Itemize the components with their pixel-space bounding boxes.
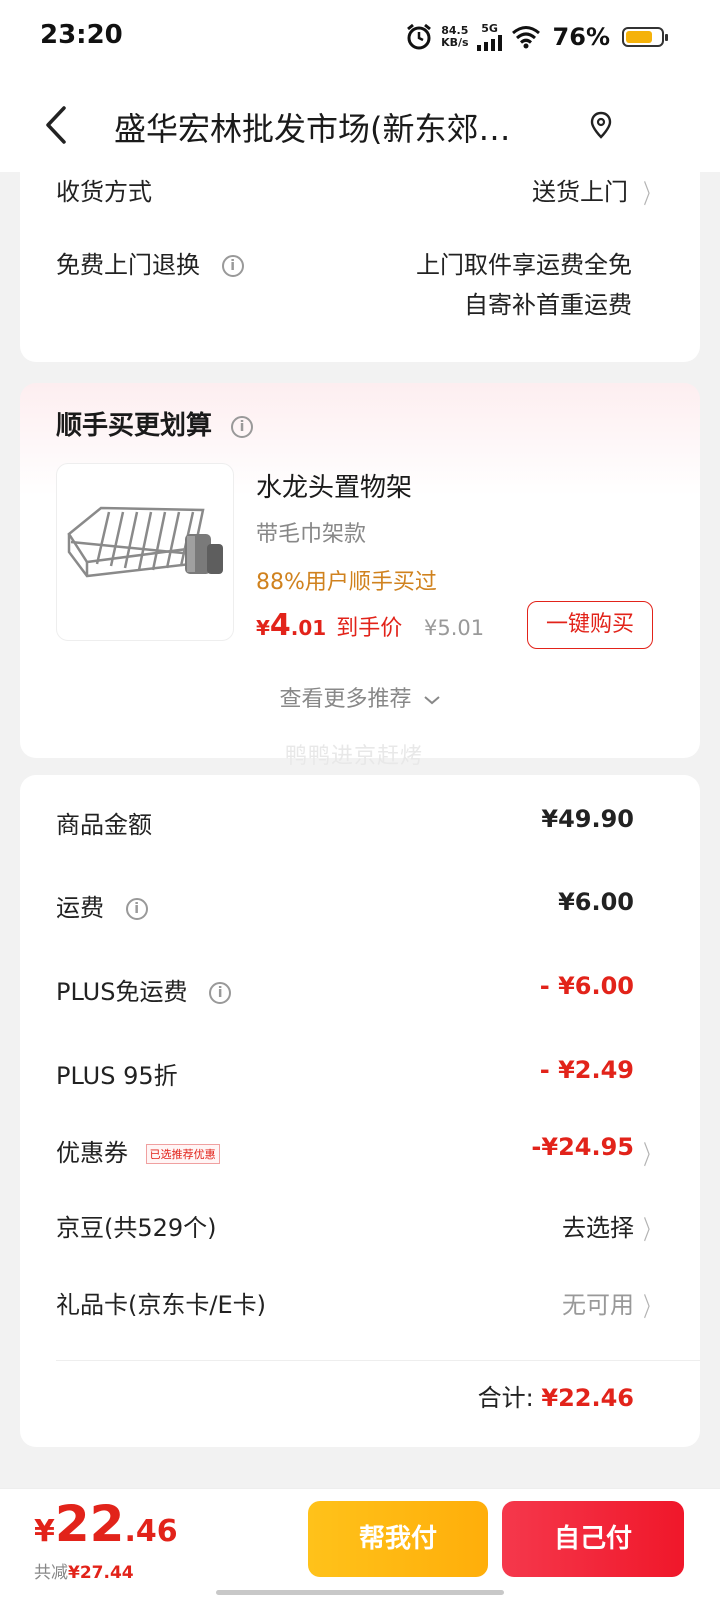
price-currency: ¥ [256,616,270,640]
reco-heading: 顺手买更划算 i [56,405,254,442]
status-time: 23:20 [40,20,123,50]
one-click-buy-button[interactable]: 一键购买 [527,601,653,649]
battery-fill [626,30,652,43]
original-price: ¥5.01 [424,616,485,640]
net-speed-unit: KB/s [441,35,469,49]
delivery-method-label: 收货方式 [56,178,152,206]
plus-discount-value: - ¥2.49 [539,1056,634,1084]
battery-percent: 76% [552,22,610,51]
jd-beans-value: 去选择 [562,1214,634,1242]
delivery-method-row[interactable]: 收货方式 送货上门 〉 [56,172,664,212]
plus-free-freight-label: PLUS免运费 i [56,972,232,1007]
goods-amount-value: ¥49.90 [541,805,634,833]
signal-label: 5G [481,22,498,35]
recommendation-card: 顺手买更划算 i 水龙头置物架 带毛巾架款 88%用户顺手买过 ¥4.01 到手价… [20,383,700,758]
network-speed: 84.5 KB/s [441,23,469,49]
alarm-icon [407,23,431,49]
free-return-line2: 自寄补首重运费 [464,291,632,319]
home-indicator[interactable] [216,1590,504,1595]
info-icon[interactable]: i [209,982,232,1004]
saved-label: 共减 [34,1563,68,1583]
chevron-right-icon: 〉 [643,1141,659,1171]
plus-free-freight-text: PLUS免运费 [56,978,188,1006]
chevron-right-icon: 〉 [643,1293,659,1323]
summary-divider [56,1360,700,1361]
plus-free-freight-value: - ¥6.00 [539,972,634,1000]
coupon-badge: 已选推荐优惠 [145,1144,220,1164]
wifi-icon [511,25,540,48]
coupon-label-text: 优惠券 [56,1139,128,1167]
gift-card-label: 礼品卡(京东卡/E卡) [56,1291,266,1319]
pay-amount-integer: 22 [54,1495,125,1553]
saved-value: ¥27.44 [68,1563,134,1583]
plus-discount-label: PLUS 95折 [56,1062,178,1090]
coupon-row[interactable]: 优惠券 已选推荐优惠 -¥24.95 〉 [56,1133,659,1173]
product-name[interactable]: 水龙头置物架 [256,467,412,504]
chevron-right-icon: 〉 [643,180,659,210]
price-tag: 到手价 [336,616,403,641]
battery-nub [665,33,668,41]
checkout-bar: ¥22.46 共减¥27.44 帮我付 自己付 [0,1488,720,1600]
goods-amount-label: 商品金额 [56,811,152,839]
coupon-value: -¥24.95 [531,1133,634,1161]
more-recommendations-link[interactable]: 查看更多推荐 [20,681,700,713]
back-arrow-icon[interactable] [38,102,78,148]
order-total: 合计: ¥22.46 [478,1378,634,1413]
battery-icon [622,26,668,47]
goods-amount-row: 商品金额 ¥49.90 [56,805,634,845]
pay-myself-button[interactable]: 自己付 [502,1501,684,1577]
chevron-down-icon [423,696,440,705]
watermark: 鸭鸭进京赶烤 [285,744,424,769]
price-decimal: .01 [290,616,327,640]
product-price: ¥4.01 到手价 [256,608,402,643]
freight-row: 运费 i ¥6.00 [56,888,634,928]
price-integer: 4 [269,608,291,643]
pay-currency: ¥ [34,1514,55,1549]
delivery-card: 收货方式 送货上门 〉 免费上门退换 i 上门取件享运费全免 自寄补首重运费 [20,150,700,362]
freight-label: 运费 i [56,888,148,923]
info-icon[interactable]: i [231,415,254,438]
free-return-line1: 上门取件享运费全免 [416,251,632,279]
plus-free-freight-row: PLUS免运费 i - ¥6.00 [56,972,634,1012]
plus-discount-row: PLUS 95折 - ¥2.49 [56,1056,634,1096]
product-buy-stat: 88%用户顺手买过 [256,570,437,595]
more-recommendations-text: 查看更多推荐 [279,687,412,712]
chevron-right-icon: 〉 [643,1216,659,1246]
freight-value: ¥6.00 [558,888,634,916]
net-speed-value: 84.5 [441,23,469,37]
signal-group: 5G [476,22,503,51]
product-spec: 带毛巾架款 [256,522,367,547]
pay-amount: ¥22.46 [34,1495,178,1553]
page-title[interactable]: 盛华宏林批发市场(新东郊… [114,104,564,150]
free-return-text: 免费上门退换 [56,251,200,279]
reco-heading-text: 顺手买更划算 [56,411,213,441]
help-me-pay-button[interactable]: 帮我付 [308,1501,488,1577]
status-icons: 84.5 KB/s 5G 76% [405,22,668,51]
info-icon[interactable]: i [221,255,244,277]
product-thumbnail[interactable] [56,463,234,641]
status-bar: 23:20 84.5 KB/s 5G 76% [0,0,720,78]
order-total-label: 合计: [477,1384,534,1412]
pay-amount-decimal: .46 [124,1514,178,1549]
free-return-value: 上门取件享运费全免 自寄补首重运费 [416,245,632,325]
order-total-value: ¥22.46 [541,1384,634,1412]
freight-label-text: 运费 [56,894,104,922]
location-pin-icon[interactable] [588,110,614,140]
gift-card-row[interactable]: 礼品卡(京东卡/E卡) 无可用 〉 [56,1285,659,1325]
order-summary-card: 商品金额 ¥49.90 运费 i ¥6.00 PLUS免运费 i - ¥6.00… [20,775,700,1447]
coupon-label: 优惠券 已选推荐优惠 [56,1133,220,1168]
gift-card-value: 无可用 [562,1291,634,1319]
saved-amount: 共减¥27.44 [34,1558,134,1583]
delivery-method-value: 送货上门 [532,178,628,206]
jd-beans-label: 京豆(共529个) [56,1214,217,1242]
free-return-label: 免费上门退换 i [56,245,244,280]
jd-beans-row[interactable]: 京豆(共529个) 去选择 〉 [56,1208,659,1248]
faucet-rack-image [67,506,223,578]
info-icon[interactable]: i [125,898,148,920]
signal-icon [476,35,502,51]
free-return-row: 免费上门退换 i 上门取件享运费全免 自寄补首重运费 [56,245,664,325]
